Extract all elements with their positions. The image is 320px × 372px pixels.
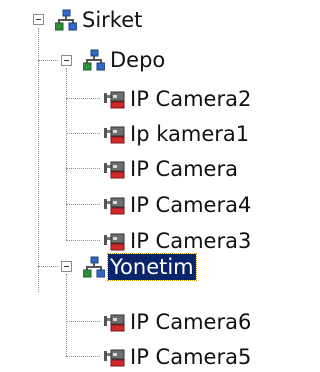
ip-camera-icon xyxy=(103,230,125,252)
tree-connector-line xyxy=(38,266,58,267)
ip-camera-icon xyxy=(103,88,125,110)
ip-camera-icon xyxy=(103,194,125,216)
tree-node-camera[interactable]: IP Camera xyxy=(103,154,240,184)
group-yonetim-collapse-toggle[interactable] xyxy=(61,261,72,272)
tree-connector-line xyxy=(66,168,100,169)
group-depo-collapse-toggle[interactable] xyxy=(61,55,72,66)
tree-node-label: IP Camera5 xyxy=(130,345,252,369)
tree-node-root[interactable]: Sirket xyxy=(55,5,144,35)
tree-connector-line xyxy=(66,68,67,240)
tree-node-label: IP Camera6 xyxy=(130,310,252,334)
tree-connector-line xyxy=(66,240,100,241)
ip-camera-icon xyxy=(103,123,125,145)
network-group-icon xyxy=(83,49,105,71)
network-group-icon xyxy=(55,9,77,31)
tree-connector-line xyxy=(66,274,67,356)
tree-connector-line xyxy=(38,60,58,61)
root-collapse-toggle[interactable] xyxy=(33,14,44,25)
tree-node-camera[interactable]: IP Camera4 xyxy=(103,190,253,220)
tree-node-camera[interactable]: Ip kamera1 xyxy=(103,119,251,149)
tree-node-label: Ip kamera1 xyxy=(130,122,250,146)
tree-node-group-depo[interactable]: Depo xyxy=(83,45,167,75)
minus-icon xyxy=(64,60,69,61)
tree-node-label: Depo xyxy=(110,48,166,72)
tree-node-camera[interactable]: IP Camera2 xyxy=(103,84,253,114)
tree-connector-line xyxy=(38,28,39,292)
minus-icon xyxy=(36,19,41,20)
network-group-icon xyxy=(83,256,105,278)
tree-node-label: IP Camera3 xyxy=(130,229,252,253)
tree-connector-line xyxy=(66,133,100,134)
minus-icon xyxy=(64,266,69,267)
tree-node-label: IP Camera4 xyxy=(130,193,252,217)
tree-node-label: Sirket xyxy=(82,8,143,32)
ip-camera-icon xyxy=(103,311,125,333)
tree-node-label-selected: Yonetim xyxy=(107,253,197,281)
tree-node-label: IP Camera2 xyxy=(130,87,252,111)
ip-camera-icon xyxy=(103,158,125,180)
tree-node-camera[interactable]: IP Camera6 xyxy=(103,307,253,337)
tree-connector-line xyxy=(66,356,100,357)
tree-connector-line xyxy=(66,204,100,205)
device-tree: Sirket Depo IP Camera2 Ip kamera1 IP Cam… xyxy=(0,0,320,369)
tree-node-group-yonetim[interactable]: Yonetim xyxy=(83,252,197,282)
tree-connector-line xyxy=(66,321,100,322)
tree-connector-line xyxy=(66,98,100,99)
ip-camera-icon xyxy=(103,346,125,368)
tree-node-label: IP Camera xyxy=(130,157,238,181)
